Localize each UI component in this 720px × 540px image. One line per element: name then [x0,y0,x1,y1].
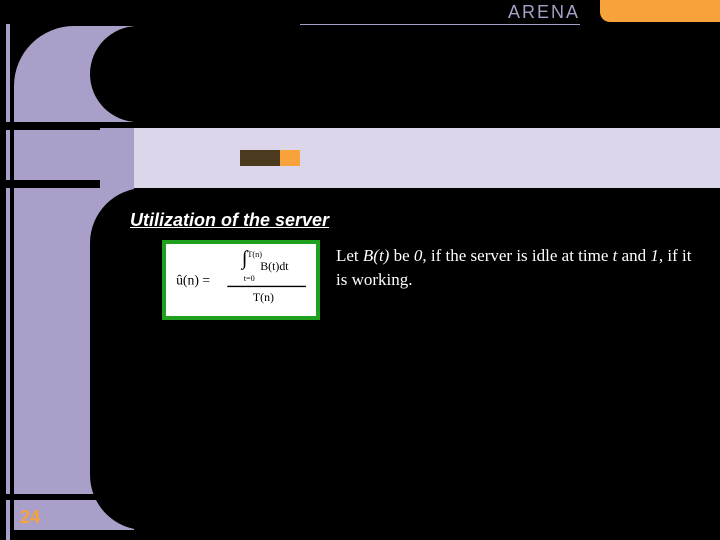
formula-integrand: B(t)dt [260,259,289,273]
gap-divider-bottom [0,494,100,500]
formula-lhs: û(n) = [176,273,210,289]
page-number: 24 [20,507,40,528]
lcars-elbow-top [14,26,134,122]
def-mid1: be [389,246,414,265]
def-mid3: and [617,246,650,265]
definition-text: Let B(t) be 0, if the server is idle at … [336,244,696,292]
top-bar: ARENA [0,0,720,24]
gap-divider-1 [0,122,100,130]
def-mid2: , if the server is idle at time [422,246,612,265]
def-val-1: 1 [650,246,659,265]
section-heading: Utilization of the server [130,210,329,231]
formula-denominator: T(n) [253,290,274,304]
top-right-accent [600,0,720,22]
left-thin-rail [6,0,10,540]
mid-notch-accent [240,150,280,166]
formula-upper-limit: T(n) [247,250,262,259]
formula-lower-limit: t=0 [244,274,255,283]
formula-svg: û(n) = T(n) ∫ t=0 B(t)dt T(n) [171,248,311,312]
def-prefix: Let [336,246,363,265]
lcars-elbow-mid [14,128,134,188]
mid-strip [90,128,720,188]
lcars-elbow-content [14,188,134,530]
gap-divider-2 [0,180,100,188]
def-var-bt: B(t) [363,246,389,265]
formula-box: û(n) = T(n) ∫ t=0 B(t)dt T(n) [162,240,320,320]
brand-label: ARENA [300,2,580,25]
